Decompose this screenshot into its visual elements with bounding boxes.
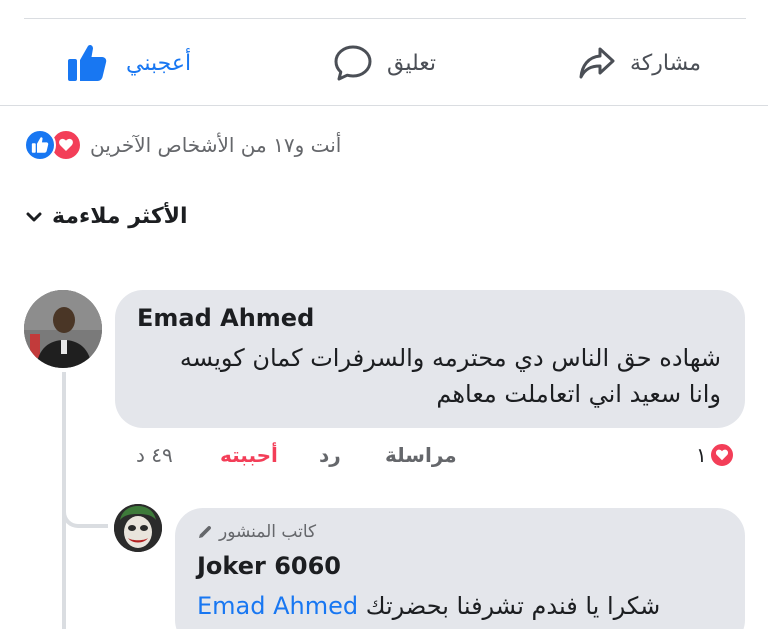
comment-like-button[interactable]: أحببته	[220, 440, 278, 470]
avatar[interactable]	[114, 504, 162, 552]
like-label: أعجبني	[126, 50, 192, 76]
author-badge: كاتب المنشور	[197, 522, 316, 542]
reply-text-line: Emad Ahmed شكرا يا فندم تشرفنا بحضرتك	[197, 588, 660, 624]
reply-text: شكرا يا فندم تشرفنا بحضرتك	[365, 592, 661, 620]
thread-branch	[62, 496, 108, 528]
comment-icon	[333, 43, 373, 83]
thumbs-up-icon	[66, 42, 108, 84]
reactions-text: أنت و١٧ من الأشخاص الآخرين	[90, 133, 342, 157]
chevron-down-icon	[26, 211, 42, 223]
comment-button[interactable]: تعليق	[333, 40, 436, 86]
like-icon	[24, 129, 56, 161]
share-icon	[578, 46, 616, 80]
avatar[interactable]	[24, 290, 102, 368]
share-label: مشاركة	[630, 50, 702, 76]
top-divider	[24, 18, 746, 19]
comment-text: شهاده حق الناس دي محترمه والسرفرات كمان …	[179, 344, 721, 408]
like-button[interactable]: أعجبني	[66, 40, 191, 86]
comment-bubble: Emad Ahmed شهاده حق الناس دي محترمه والس…	[115, 290, 745, 428]
pencil-icon	[197, 524, 213, 540]
comment-reactions[interactable]: ١	[696, 440, 735, 470]
sort-dropdown[interactable]: الأكثر ملاءمة	[26, 204, 188, 229]
reply-bubble: كاتب المنشور Joker 6060 Emad Ahmed شكرا …	[175, 508, 745, 629]
comment-reply-button[interactable]: رد	[319, 440, 341, 470]
sort-label: الأكثر ملاءمة	[52, 204, 188, 229]
author-badge-label: كاتب المنشور	[219, 522, 317, 542]
actions-divider	[0, 105, 768, 106]
love-icon	[708, 442, 735, 468]
comment-reaction-count: ١	[696, 443, 707, 467]
mention-link[interactable]: Emad Ahmed	[197, 592, 358, 620]
comment-time[interactable]: ٤٩ د	[136, 440, 173, 470]
comment-message-button[interactable]: مراسلة	[385, 440, 457, 470]
comment-author[interactable]: Emad Ahmed	[137, 304, 314, 332]
share-button[interactable]: مشاركة	[578, 40, 701, 86]
comment-label: تعليق	[387, 50, 437, 76]
reactions-summary[interactable]: أنت و١٧ من الأشخاص الآخرين	[24, 129, 341, 161]
reply-author[interactable]: Joker 6060	[197, 552, 341, 580]
